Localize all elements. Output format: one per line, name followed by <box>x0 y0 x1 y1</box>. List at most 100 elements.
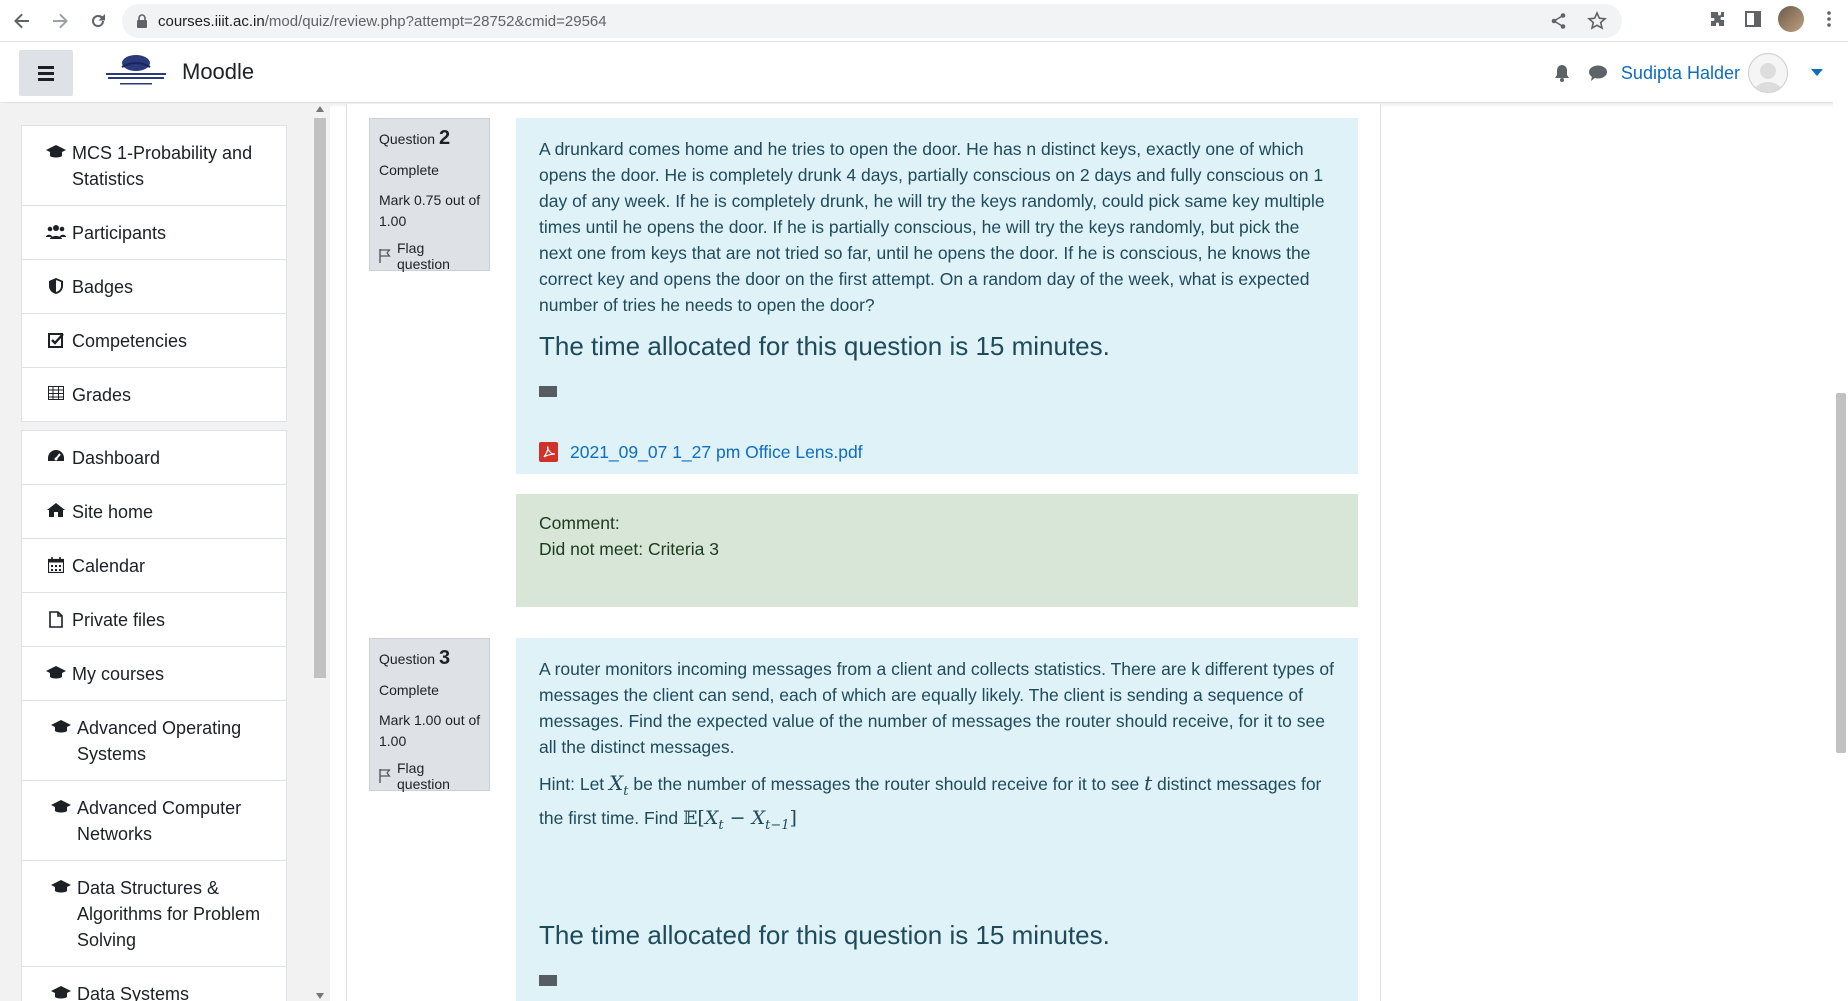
share-icon[interactable] <box>1548 10 1570 32</box>
nav-item-label: Advanced Computer Networks <box>77 798 242 844</box>
nav-item-course-acn[interactable]: Advanced Computer Networks <box>22 781 286 861</box>
home-icon <box>45 503 67 517</box>
question-label: Question <box>379 131 436 147</box>
nav-drawer: MCS 1-Probability and Statistics Partici… <box>0 104 330 1001</box>
site-navbar: Moodle Sudipta Halder <box>0 43 1848 103</box>
messages-icon[interactable] <box>1587 62 1609 84</box>
graduation-cap-icon <box>50 985 72 1001</box>
nav-item-label: Grades <box>72 385 132 405</box>
shield-icon <box>45 278 67 294</box>
page-scrollbar[interactable] <box>1833 43 1848 1001</box>
nav-item-grades[interactable]: Grades <box>22 368 286 421</box>
nav-item-private-files[interactable]: Private files <box>22 593 286 647</box>
nav-item-participants[interactable]: Participants <box>22 206 286 260</box>
question-label: Question <box>379 651 436 667</box>
graduation-cap-icon <box>45 144 67 160</box>
clock-icon <box>539 974 557 986</box>
nav-item-label: Private files <box>72 610 166 630</box>
clock-icon <box>539 386 557 397</box>
question-grade: Mark 0.75 out of 1.00 <box>379 192 481 229</box>
address-bar[interactable]: courses.iiit.ac.in/mod/quiz/review.php?a… <box>122 4 1622 38</box>
question-grade: Mark 1.00 out of 1.00 <box>379 712 481 749</box>
site-nav-group: Dashboard Site home Calendar Private fil… <box>21 430 287 1001</box>
question-formulation-3: A router monitors incoming messages from… <box>516 638 1358 1001</box>
side-panel-icon[interactable] <box>1742 8 1764 30</box>
comment-text: Did not meet: Criteria 3 <box>539 539 719 559</box>
nav-item-dashboard[interactable]: Dashboard <box>22 431 286 485</box>
forward-icon[interactable] <box>42 3 78 39</box>
nav-item-course-ds[interactable]: Data Systems <box>22 967 286 1001</box>
sidebar-scrollbar[interactable] <box>312 104 326 1001</box>
notification-bell-icon[interactable] <box>1551 62 1573 84</box>
question-comment-2: Comment: Did not meet: Criteria 3 <box>516 494 1358 607</box>
time-allocated-note: The time allocated for this question is … <box>539 919 1110 950</box>
user-avatar[interactable] <box>1748 53 1788 93</box>
nav-item-label: Competencies <box>72 331 188 351</box>
graduation-cap-icon <box>50 879 72 895</box>
question-info-2: Question 2 Complete Mark 0.75 out of 1.0… <box>369 118 490 272</box>
user-name[interactable]: Sudipta Halder <box>1621 63 1740 84</box>
question-state: Complete <box>379 162 439 178</box>
user-menu-caret-icon[interactable] <box>1806 62 1828 84</box>
nav-item-label: My courses <box>72 664 165 684</box>
flag-icon <box>379 769 391 783</box>
nav-item-badges[interactable]: Badges <box>22 260 286 314</box>
browser-toolbar: courses.iiit.ac.in/mod/quiz/review.php?a… <box>0 0 1848 42</box>
nav-item-label: Badges <box>72 277 134 297</box>
course-nav-group: MCS 1-Probability and Statistics Partici… <box>21 125 287 422</box>
lock-icon <box>137 14 147 28</box>
drawer-toggle-button[interactable] <box>19 50 73 96</box>
more-vert-icon[interactable] <box>1818 8 1840 30</box>
nav-item-course-aos[interactable]: Advanced Operating Systems <box>22 701 286 781</box>
flag-icon <box>379 249 391 263</box>
nav-item-label: Calendar <box>72 556 146 576</box>
question-info-3: Question 3 Complete Mark 1.00 out of 1.0… <box>369 638 490 792</box>
question-number: 2 <box>438 127 451 149</box>
users-icon <box>45 224 67 240</box>
extensions-icon[interactable] <box>1706 8 1728 30</box>
nav-item-my-courses[interactable]: My courses <box>22 647 286 701</box>
question-hint: Hint: Let Xt be the number of messages t… <box>539 771 1322 833</box>
graduation-cap-icon <box>50 799 72 815</box>
question-formulation-2: A drunkard comes home and he tries to op… <box>516 118 1358 474</box>
site-name[interactable]: Moodle <box>182 59 254 85</box>
attachment-row: 2021_09_07 1_27 pm Office Lens.pdf <box>539 439 1335 465</box>
nav-item-label: Participants <box>72 223 167 243</box>
graduation-cap-icon <box>50 719 72 735</box>
question-state: Complete <box>379 682 439 698</box>
time-allocated-note: The time allocated for this question is … <box>539 331 1110 361</box>
nav-item-label: Data Systems <box>77 984 190 1001</box>
flag-question-button[interactable]: Flag question <box>379 240 481 272</box>
nav-item-competencies[interactable]: Competencies <box>22 314 286 368</box>
url-text: courses.iiit.ac.in/mod/quiz/review.php?a… <box>158 12 607 30</box>
nav-item-label: Dashboard <box>72 448 161 468</box>
file-icon <box>45 611 67 628</box>
nav-item-label: Data Structures & Algorithms for Problem… <box>77 878 261 950</box>
comment-label: Comment: <box>539 513 620 533</box>
profile-avatar-icon[interactable] <box>1778 6 1804 32</box>
reload-icon[interactable] <box>80 3 116 39</box>
graduation-cap-icon <box>45 665 67 681</box>
flag-label: Flag question <box>397 760 450 792</box>
pdf-icon <box>539 442 558 462</box>
table-icon <box>45 386 67 400</box>
nav-item-calendar[interactable]: Calendar <box>22 539 286 593</box>
nav-item-label: Advanced Operating Systems <box>77 718 242 764</box>
calendar-icon <box>45 557 67 573</box>
nav-item-label: MCS 1-Probability and Statistics <box>72 143 253 189</box>
flag-label: Flag question <box>397 240 450 272</box>
nav-item-course-dsa[interactable]: Data Structures & Algorithms for Problem… <box>22 861 286 967</box>
institute-logo[interactable] <box>98 53 174 91</box>
nav-item-label: Site home <box>72 502 154 522</box>
back-icon[interactable] <box>4 3 40 39</box>
attachment-link[interactable]: 2021_09_07 1_27 pm Office Lens.pdf <box>570 439 863 465</box>
bookmark-star-icon[interactable] <box>1586 10 1608 32</box>
dashboard-icon <box>45 449 67 463</box>
nav-item-site-home[interactable]: Site home <box>22 485 286 539</box>
check-square-icon <box>45 332 67 348</box>
question-text: A drunkard comes home and he tries to op… <box>539 139 1325 315</box>
question-number: 3 <box>438 647 451 669</box>
flag-question-button[interactable]: Flag question <box>379 760 481 792</box>
nav-item-course[interactable]: MCS 1-Probability and Statistics <box>22 126 286 206</box>
question-text: A router monitors incoming messages from… <box>539 659 1334 757</box>
